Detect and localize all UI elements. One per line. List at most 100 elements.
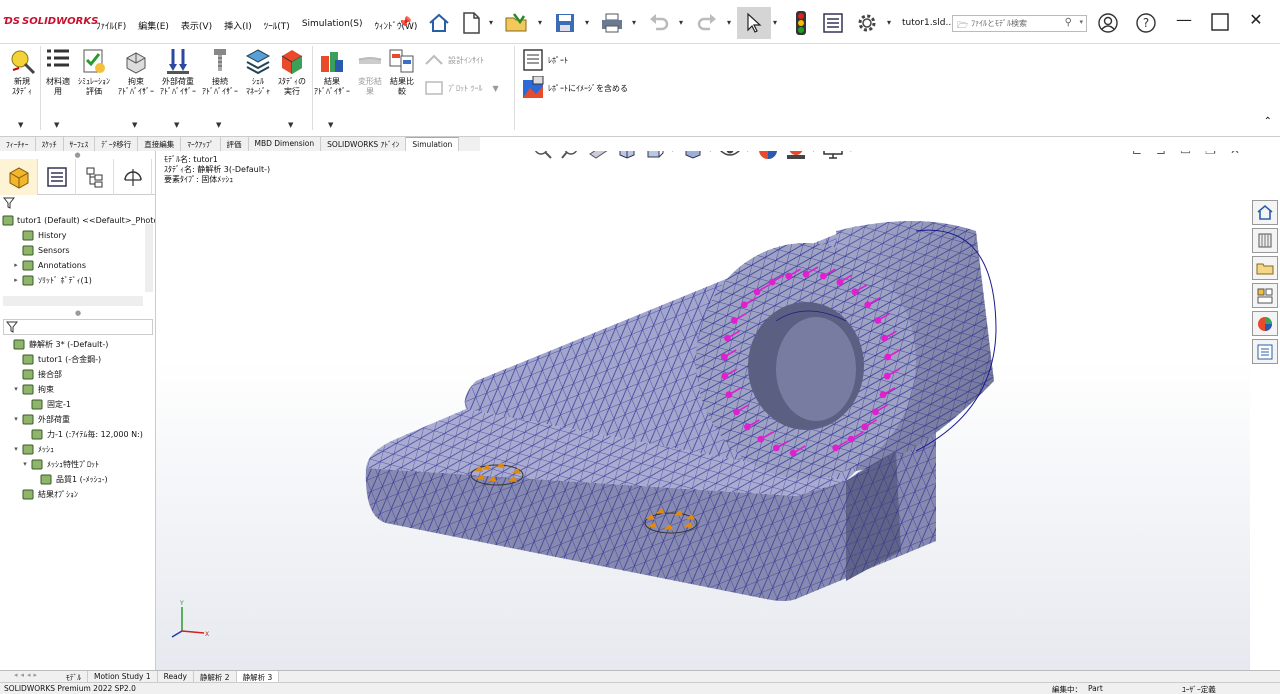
tab-static-study-2[interactable]: 静解析 2 <box>194 671 237 682</box>
report-button[interactable]: ﾚﾎﾟｰﾄ <box>522 48 568 72</box>
custom-properties-icon[interactable] <box>1252 339 1278 364</box>
sim-tree-item[interactable]: 力-1 (:ｱｲﾃﾑ毎: 12,000 N:) <box>0 427 156 442</box>
menu-tools[interactable]: ﾂｰﾙ(T) <box>264 19 290 32</box>
expand-arrow-icon[interactable]: ▾ <box>20 457 30 472</box>
user-icon[interactable] <box>1096 12 1120 36</box>
fixture-dropdown-icon[interactable]: ▼ <box>132 121 137 129</box>
menu-insert[interactable]: 挿入(I) <box>224 19 252 32</box>
feature-tree-item[interactable]: tutor1 (Default) <<Default>_PhotoV <box>0 213 155 228</box>
sim-tree-item[interactable]: ▾ 拘束 <box>0 382 156 397</box>
sim-tree-item[interactable]: 静解析 3* (-Default-) <box>0 337 156 352</box>
solidworks-resources-icon[interactable] <box>1252 200 1278 225</box>
property-manager-tab-icon[interactable] <box>38 159 76 195</box>
tab-evaluate[interactable]: 評価 <box>221 137 249 151</box>
feature-tree-item[interactable]: History <box>0 228 155 243</box>
view-palette-icon[interactable] <box>1252 283 1278 309</box>
menu-edit[interactable]: 編集(E) <box>138 19 169 32</box>
tab-solidworks-addins[interactable]: SOLIDWORKS ｱﾄﾞｲﾝ <box>321 137 407 151</box>
feature-tree-item[interactable]: ▸ Annotations <box>0 258 155 273</box>
meshed-part-model[interactable] <box>156 151 1250 670</box>
expand-arrow-icon[interactable]: ▾ <box>11 442 21 457</box>
external-loads-advisor-button[interactable]: 外部荷重 ｱﾄﾞﾊﾞｲｻﾞｰ <box>156 46 200 97</box>
plot-tools-dropdown-icon[interactable]: ▼ <box>493 84 499 93</box>
tab-sketch[interactable]: ｽｹｯﾁ <box>36 137 64 151</box>
new-study-dropdown-icon[interactable]: ▼ <box>18 121 23 129</box>
maximize-icon[interactable] <box>1208 12 1232 36</box>
sim-filter-icon[interactable] <box>5 321 19 333</box>
splitter-grip[interactable]: ● <box>0 309 156 317</box>
panel-grip[interactable]: ● <box>0 151 155 159</box>
expand-arrow-icon[interactable]: ▾ <box>11 412 21 427</box>
solidworks-logo[interactable]: ƊS SOLIDWORKS <box>4 16 98 27</box>
results-advisor-dropdown-icon[interactable]: ▼ <box>328 121 333 129</box>
feature-tree-item[interactable]: Sensors <box>0 243 155 258</box>
design-insight-button[interactable]: 設計ｲﾝｻｲﾄ <box>424 52 484 68</box>
menu-simulation[interactable]: Simulation(S) <box>302 19 363 32</box>
search-icon[interactable]: ⚲ <box>1065 17 1072 28</box>
feature-tree-hscrollbar[interactable] <box>3 296 143 306</box>
file-explorer-icon[interactable] <box>1252 255 1278 281</box>
configuration-manager-tab-icon[interactable] <box>76 159 114 195</box>
feature-manager-tab-icon[interactable] <box>0 159 38 195</box>
graphics-area[interactable]: ﾓﾃﾞﾙ名: tutor1 ｽﾀﾃﾞｨ名: 静解析 3(-Default-) 要… <box>156 151 1250 670</box>
expand-arrow-icon[interactable]: ▸ <box>11 258 21 273</box>
redo-dropdown-icon[interactable]: ▾ <box>727 18 737 27</box>
minimize-icon[interactable]: — <box>1172 10 1196 34</box>
print-icon[interactable] <box>597 8 627 38</box>
feature-tree-scrollbar[interactable] <box>145 224 153 292</box>
new-document-icon[interactable] <box>456 8 486 38</box>
print-dropdown-icon[interactable]: ▾ <box>632 18 642 27</box>
simulation-evaluate-button[interactable]: ｼﾐｭﾚｰｼｮﾝ 評価 <box>72 46 116 97</box>
plot-tools-button[interactable]: ﾌﾟﾛｯﾄ ﾂｰﾙ ▼ <box>424 80 499 96</box>
tab-surfaces[interactable]: ｻｰﾌｪｽ <box>64 137 96 151</box>
redo-icon[interactable] <box>692 8 722 38</box>
connections-dropdown-icon[interactable]: ▼ <box>216 121 221 129</box>
collapse-ribbon-icon[interactable]: ⌃ <box>1264 116 1272 127</box>
tab-mbd-dimension[interactable]: MBD Dimension <box>249 137 322 151</box>
options-dropdown-icon[interactable]: ▾ <box>887 18 897 27</box>
expand-arrow-icon[interactable]: ▸ <box>11 273 21 288</box>
expand-arrow-icon[interactable]: ▾ <box>11 382 21 397</box>
fixture-advisor-button[interactable]: 拘束 ｱﾄﾞﾊﾞｲｻﾞｰ <box>114 46 158 97</box>
design-library-icon[interactable] <box>1252 227 1278 253</box>
sim-tree-item[interactable]: ▾ ﾒｯｼｭ特性ﾌﾟﾛｯﾄ <box>0 457 156 472</box>
menu-view[interactable]: 表示(V) <box>181 19 212 32</box>
new-dropdown-icon[interactable]: ▾ <box>489 18 499 27</box>
run-study-dropdown-icon[interactable]: ▼ <box>288 121 293 129</box>
status-units[interactable]: ﾕｰｻﾞｰ定義 <box>1182 684 1216 694</box>
feature-tree-item[interactable]: ▸ ｿﾘｯﾄﾞ ﾎﾞﾃﾞｨ(1) <box>0 273 155 288</box>
sim-tree-item[interactable]: tutor1 (-合金鋼-) <box>0 352 156 367</box>
include-image-button[interactable]: ﾚﾎﾟｰﾄにｲﾒｰｼﾞを含める <box>522 76 628 100</box>
tab-simulation[interactable]: Simulation <box>406 137 460 151</box>
search-input[interactable]: 🗁 ﾌｧｲﾙとﾓﾃﾞﾙ検索 ⚲ ▾ <box>952 15 1087 32</box>
compare-results-button[interactable]: 結果比較 <box>380 46 424 97</box>
menu-file[interactable]: ﾌｧｲﾙ(F) <box>96 19 126 32</box>
reference-triad[interactable]: YX <box>170 599 210 642</box>
sim-tree-item[interactable]: ▾ 外部荷重 <box>0 412 156 427</box>
options-gear-icon[interactable] <box>852 8 882 38</box>
help-icon[interactable]: ? <box>1134 12 1158 36</box>
undo-icon[interactable] <box>644 8 674 38</box>
sim-tree-item[interactable]: 品質1 (-ﾒｯｼｭ-) <box>0 472 156 487</box>
file-properties-icon[interactable] <box>818 8 848 38</box>
undo-dropdown-icon[interactable]: ▾ <box>679 18 689 27</box>
open-icon[interactable] <box>502 8 532 38</box>
dimxpert-manager-tab-icon[interactable] <box>114 159 152 195</box>
rebuild-icon[interactable] <box>786 8 816 38</box>
select-dropdown-icon[interactable]: ▾ <box>773 18 783 27</box>
tab-markup[interactable]: ﾏｰｸｱｯﾌﾟ <box>181 137 221 151</box>
sim-tree-item[interactable]: ▾ ﾒｯｼｭ <box>0 442 156 457</box>
sim-tree-item[interactable]: 結果ｵﾌﾟｼｮﾝ <box>0 487 156 502</box>
tab-features[interactable]: ﾌｨｰﾁｬｰ <box>0 137 36 151</box>
appearances-scenes-icon[interactable] <box>1252 311 1278 337</box>
close-icon[interactable]: ✕ <box>1244 10 1268 34</box>
feature-filter[interactable] <box>2 197 152 211</box>
save-dropdown-icon[interactable]: ▾ <box>585 18 595 27</box>
tab-ready[interactable]: Ready <box>158 671 194 682</box>
sim-tree-item[interactable]: 接合部 <box>0 367 156 382</box>
tab-motion-study-1[interactable]: Motion Study 1 <box>88 671 158 682</box>
search-dropdown-icon[interactable]: ▾ <box>1079 18 1083 26</box>
tab-direct-editing[interactable]: 直接編集 <box>138 137 182 151</box>
home-icon[interactable] <box>424 8 454 38</box>
filter-icon[interactable] <box>2 197 16 209</box>
